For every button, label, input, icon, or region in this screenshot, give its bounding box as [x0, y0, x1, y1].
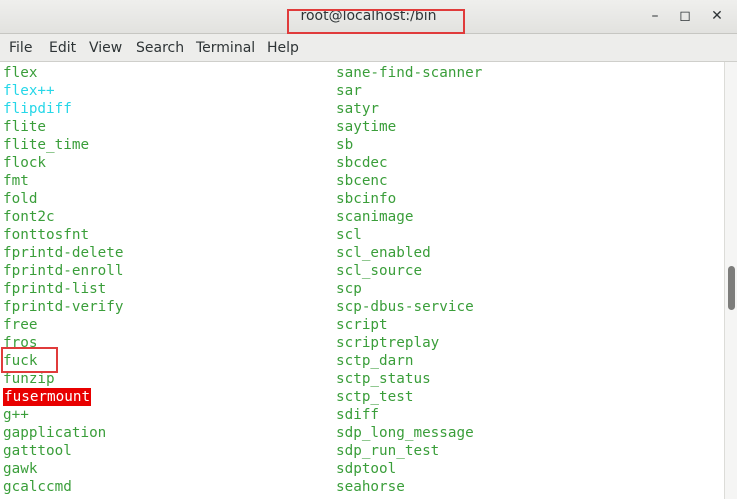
file-entry: flipdiff: [3, 101, 72, 117]
file-entry: g++: [3, 407, 29, 423]
file-entry: fprintd-delete: [3, 245, 124, 261]
file-entry: satyr: [336, 101, 380, 117]
menu-file[interactable]: File: [9, 40, 32, 56]
file-entry: flex: [3, 65, 38, 81]
file-entry: sar: [336, 83, 362, 99]
file-entry: scl_enabled: [336, 245, 431, 261]
close-button[interactable]: ✕: [708, 7, 726, 25]
menu-search[interactable]: Search: [136, 40, 184, 56]
menu-view[interactable]: View: [89, 40, 122, 56]
menu-edit[interactable]: Edit: [49, 40, 76, 56]
file-entry: scanimage: [336, 209, 414, 225]
file-entry: gapplication: [3, 425, 107, 441]
file-entry: seahorse: [336, 479, 405, 495]
file-entry: sctp_darn: [336, 353, 414, 369]
scrollbar[interactable]: [724, 62, 737, 499]
file-entry: gatttool: [3, 443, 72, 459]
file-entry: sb: [336, 137, 354, 153]
title-annotation-box: [287, 9, 465, 34]
fuck-annotation-box: [1, 347, 58, 373]
file-entry: sctp_test: [336, 389, 414, 405]
file-entry: script: [336, 317, 388, 333]
file-entry: scl: [336, 227, 362, 243]
terminal-output[interactable]: flex flex++ flipdiff flite flite_timeflock fm…: [0, 62, 724, 499]
file-entry: scp-dbus-service: [336, 299, 474, 315]
file-entry: fusermount: [3, 388, 92, 406]
menu-help[interactable]: Help: [267, 40, 299, 56]
file-entry: sbcinfo: [336, 191, 397, 207]
file-entry: flite: [3, 119, 47, 135]
file-entry: fprintd-list: [3, 281, 107, 297]
scrollbar-thumb[interactable]: [728, 266, 735, 310]
menu-terminal[interactable]: Terminal: [196, 40, 255, 56]
file-entry: sdp_run_test: [336, 443, 440, 459]
file-entry: sbcenc: [336, 173, 388, 189]
file-entry: sctp_status: [336, 371, 431, 387]
file-entry: fonttosfnt: [3, 227, 90, 243]
minimize-button[interactable]: –: [646, 7, 664, 25]
file-entry: scl_source: [336, 263, 423, 279]
file-entry: gawk: [3, 461, 38, 477]
file-entry: fold: [3, 191, 38, 207]
file-entry: sbcdec: [336, 155, 388, 171]
file-entry: fmt: [3, 173, 29, 189]
file-entry: free: [3, 317, 38, 333]
file-entry: sane-find-scanner: [336, 65, 483, 81]
title-bar: root@localhost:/bin – ◻ ✕: [0, 0, 737, 34]
file-entry: flite_time: [3, 137, 90, 153]
file-entry: sdp_long_message: [336, 425, 474, 441]
file-entry: sdiff: [336, 407, 380, 423]
file-entry: flex++: [3, 83, 55, 99]
file-entry: scp: [336, 281, 362, 297]
menu-bar: File Edit View Search Terminal Help: [0, 34, 737, 62]
file-entry: gcalccmd: [3, 479, 72, 495]
file-entry: fprintd-enroll: [3, 263, 124, 279]
maximize-button[interactable]: ◻: [676, 7, 694, 25]
file-entry: sdptool: [336, 461, 397, 477]
file-entry: fprintd-verify: [3, 299, 124, 315]
file-entry: font2c: [3, 209, 55, 225]
file-entry: flock: [3, 155, 47, 171]
file-entry: saytime: [336, 119, 397, 135]
file-entry: scriptreplay: [336, 335, 440, 351]
